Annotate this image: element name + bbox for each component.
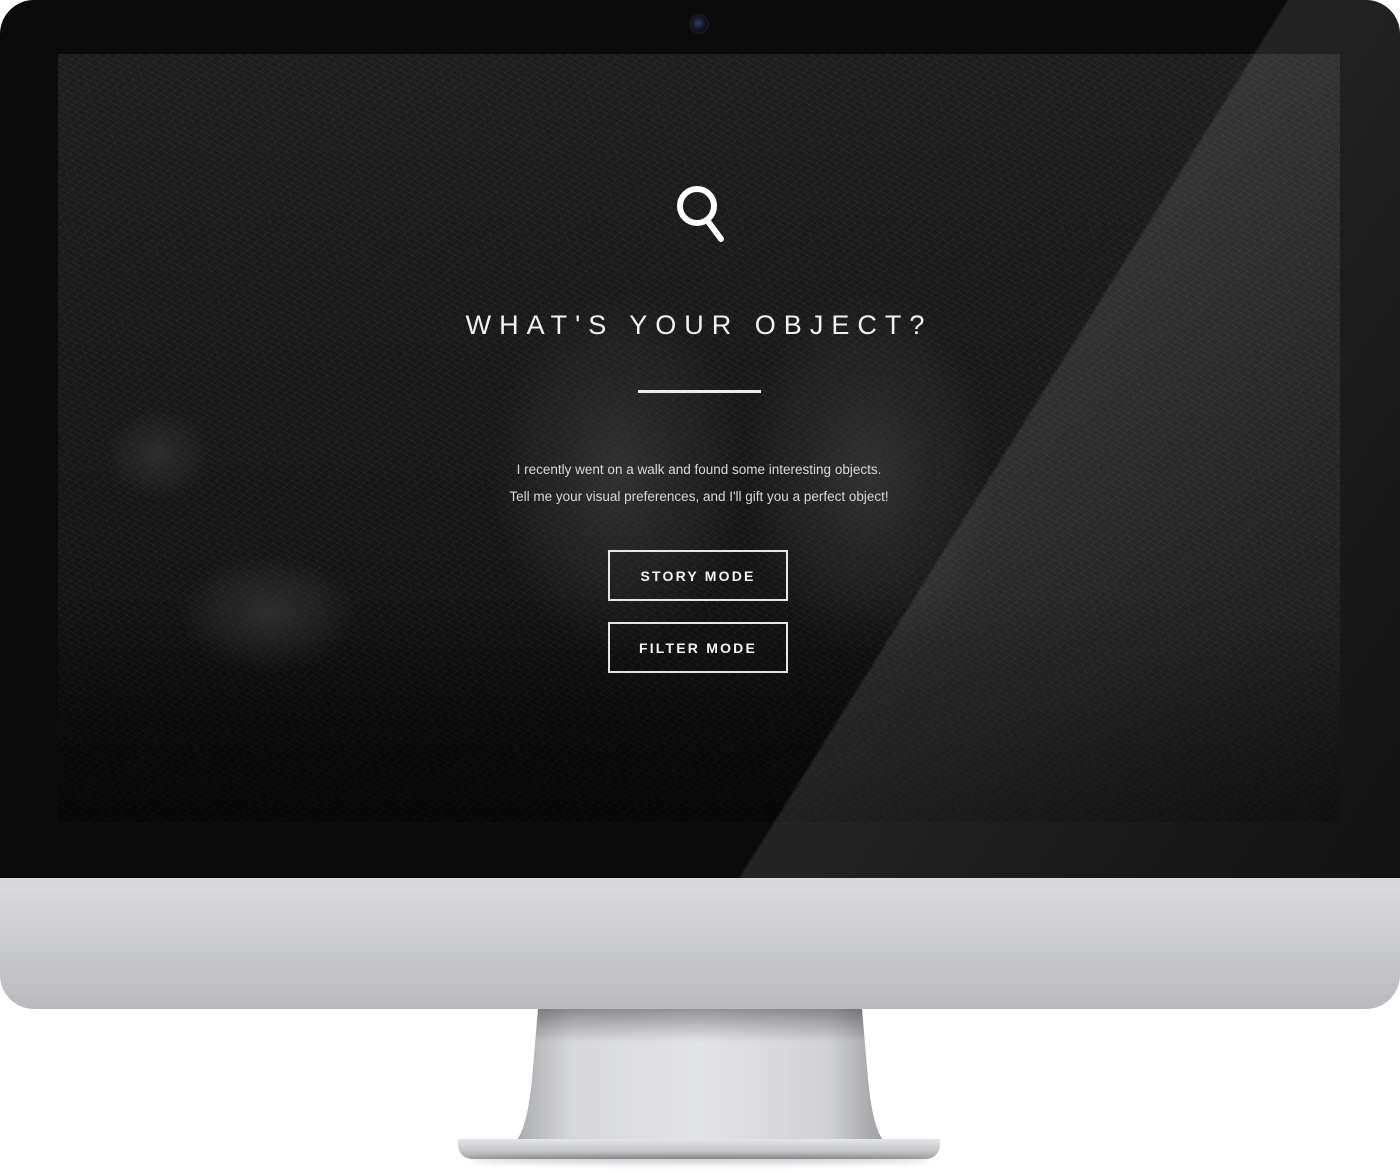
page-title: WHAT'S YOUR OBJECT? <box>465 310 933 340</box>
monitor-stand <box>516 1009 884 1141</box>
filter-mode-button[interactable]: FILTER MODE <box>608 622 788 673</box>
monitor-chin <box>0 878 1400 1009</box>
magnifier-icon <box>677 186 724 242</box>
stand-shadow <box>470 1156 930 1164</box>
webcam-icon <box>691 16 707 32</box>
intro-line-1: I recently went on a walk and found some… <box>516 462 882 477</box>
title-divider <box>638 390 761 393</box>
background-photo-overlay <box>58 54 1340 822</box>
website-screen: WHAT'S YOUR OBJECT? I recently went on a… <box>58 54 1340 822</box>
story-mode-button[interactable]: STORY MODE <box>608 550 788 601</box>
intro-text: I recently went on a walk and found some… <box>58 456 1340 510</box>
monitor-mockup: WHAT'S YOUR OBJECT? I recently went on a… <box>0 0 1400 1174</box>
intro-line-2: Tell me your visual preferences, and I'l… <box>509 489 889 504</box>
